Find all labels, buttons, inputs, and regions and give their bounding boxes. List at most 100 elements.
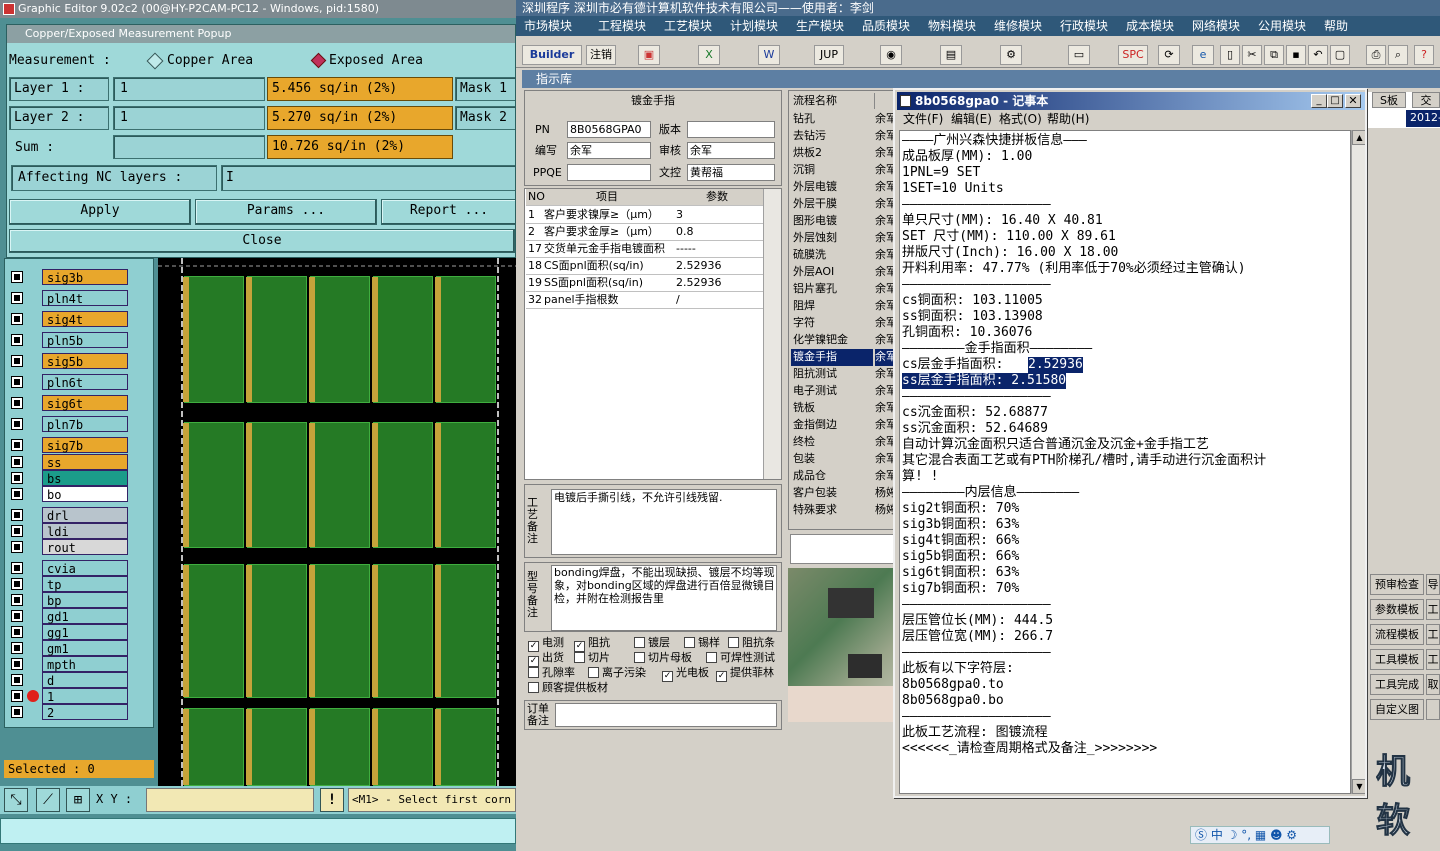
checkbox[interactable] xyxy=(634,637,645,648)
flow-input[interactable] xyxy=(790,534,896,564)
layer-row[interactable]: rout xyxy=(7,539,129,556)
flow-step[interactable]: 图形电镀 xyxy=(791,213,873,230)
grid-scrollbar[interactable] xyxy=(763,189,781,479)
version-field[interactable] xyxy=(687,121,775,138)
layer-row[interactable]: pln4t xyxy=(7,290,129,307)
copy-icon[interactable]: ⧉ xyxy=(1264,45,1284,65)
layer-checkbox[interactable] xyxy=(11,642,23,654)
doc-field[interactable]: 黄帮福 xyxy=(687,164,775,181)
layer-row[interactable]: drl xyxy=(7,507,129,524)
flow-step[interactable]: 镀金手指 xyxy=(791,349,873,366)
layer-row[interactable]: mpth xyxy=(7,656,129,673)
checkbox[interactable] xyxy=(634,652,645,663)
flow-step[interactable]: 沉铜 xyxy=(791,162,873,179)
grid-row[interactable]: 2 客户要求金厚≥（μm） 0.8 xyxy=(526,224,764,241)
flow-step[interactable]: 去钻污 xyxy=(791,128,873,145)
layer-name[interactable]: rout xyxy=(42,539,128,555)
layer-checkbox[interactable] xyxy=(11,472,23,484)
report-button[interactable]: Report ... xyxy=(381,199,515,225)
side-button-2[interactable]: 工 xyxy=(1426,649,1440,670)
layer-checkbox[interactable] xyxy=(11,439,23,451)
check-option[interactable]: 阻抗条 xyxy=(728,636,775,650)
builder-button[interactable]: Builder xyxy=(522,45,582,65)
flow-step[interactable]: 特殊要求 xyxy=(791,502,873,519)
refresh-icon[interactable]: ⟳ xyxy=(1158,45,1180,65)
layer-name[interactable]: sig3b xyxy=(42,269,128,285)
layer-name[interactable]: bo xyxy=(42,486,128,502)
layer-row[interactable]: pln6t xyxy=(7,374,129,391)
layer-row[interactable]: bp xyxy=(7,592,129,609)
checkbox[interactable] xyxy=(574,652,585,663)
check-option[interactable]: ✓ 阻抗 xyxy=(574,636,610,652)
layer-checkbox[interactable] xyxy=(11,578,23,590)
grid-row[interactable]: 19 SS面pnl面积(sq/in) 2.52936 xyxy=(526,275,764,292)
layer-checkbox[interactable] xyxy=(11,456,23,468)
flow-step[interactable]: 铝片塞孔 xyxy=(791,281,873,298)
checkbox[interactable]: ✓ xyxy=(716,671,727,682)
side-button[interactable]: 预审检查 xyxy=(1370,574,1424,595)
computer-icon[interactable]: ▭ xyxy=(1068,45,1090,65)
close-button[interactable]: Close xyxy=(9,229,515,253)
layer-row[interactable]: gg1 xyxy=(7,624,129,641)
layer-checkbox[interactable] xyxy=(11,509,23,521)
jup-button[interactable]: JUP xyxy=(814,45,844,65)
exposed-area-radio[interactable] xyxy=(310,52,327,69)
layer-checkbox[interactable] xyxy=(11,706,23,718)
layer-row[interactable]: tp xyxy=(7,576,129,593)
layer-checkbox[interactable] xyxy=(11,626,23,638)
menu-item[interactable]: 帮助 xyxy=(1324,16,1348,36)
flow-step[interactable]: 外层电镀 xyxy=(791,179,873,196)
layer-row[interactable]: sig7b xyxy=(7,437,129,454)
notepad-menu-item[interactable]: 文件(F) xyxy=(903,110,943,128)
layer-name[interactable]: pln6t xyxy=(42,374,128,390)
layer-checkbox[interactable] xyxy=(11,376,23,388)
tools-icon[interactable]: ⚙ xyxy=(1000,45,1022,65)
flow-step[interactable]: 包装 xyxy=(791,451,873,468)
layer-name[interactable]: bs xyxy=(42,470,128,486)
type-note-text[interactable]: bonding焊盘，不能出现缺损、镀层不均等现象，对bonding区域的焊盘进行… xyxy=(551,565,777,631)
copper-area-radio[interactable] xyxy=(146,52,164,70)
layer-checkbox[interactable] xyxy=(11,690,23,702)
copper-area-label[interactable]: Copper Area xyxy=(167,53,253,68)
layer-row[interactable]: sig3b xyxy=(7,269,129,286)
menu-item[interactable]: 成本模块 xyxy=(1126,16,1174,36)
layer-checkbox[interactable] xyxy=(11,525,23,537)
print-icon[interactable]: ⎙ xyxy=(1366,45,1386,65)
flow-step[interactable]: 阻抗测试 xyxy=(791,366,873,383)
side-button[interactable]: 工具完成 xyxy=(1370,674,1424,695)
spc-button[interactable]: SPC xyxy=(1118,45,1148,65)
find-icon[interactable]: ⌕ xyxy=(1388,45,1408,65)
layer-row[interactable]: bs xyxy=(7,470,129,487)
checkbox[interactable] xyxy=(528,667,539,678)
review-field[interactable]: 余军 xyxy=(687,142,775,159)
checkbox[interactable] xyxy=(728,637,739,648)
menu-item[interactable]: 网络模块 xyxy=(1192,16,1240,36)
save-icon[interactable]: ▪ xyxy=(1286,45,1306,65)
flow-step[interactable]: 铣板 xyxy=(791,400,873,417)
side-button-2[interactable] xyxy=(1426,699,1440,720)
close-icon[interactable]: ✕ xyxy=(1345,94,1361,108)
flow-step[interactable]: 硫膜洗 xyxy=(791,247,873,264)
layer-name[interactable]: gm1 xyxy=(42,640,128,656)
grid-row[interactable]: 18 CS面pnl面积(sq/in) 2.52936 xyxy=(526,258,764,275)
checkbox[interactable] xyxy=(684,637,695,648)
layer-name[interactable]: 1 xyxy=(42,688,128,704)
flow-step[interactable]: 客户包装 xyxy=(791,485,873,502)
flow-step[interactable]: 终检 xyxy=(791,434,873,451)
logout-button[interactable]: 注销 xyxy=(586,45,616,65)
layer1-input[interactable]: 1 xyxy=(113,77,265,101)
layer-name[interactable]: cvia xyxy=(42,560,128,576)
exposed-area-label[interactable]: Exposed Area xyxy=(329,53,423,68)
side-button-2[interactable]: 导 xyxy=(1426,574,1440,595)
layer-row[interactable]: pln5b xyxy=(7,332,129,349)
notepad-menu-item[interactable]: 格式(O) xyxy=(999,110,1042,128)
menu-item[interactable]: 市场模块 xyxy=(524,16,572,36)
flow-step[interactable]: 金指倒边 xyxy=(791,417,873,434)
notepad-text-area[interactable]: ————广州兴森快捷拼板信息——— 成品板厚(MM): 1.00 1PNL=9 SE… xyxy=(899,130,1351,794)
checkbox[interactable] xyxy=(588,667,599,678)
check-option[interactable]: ✓ 电测 xyxy=(528,636,564,652)
flow-step[interactable]: 成品仓 xyxy=(791,468,873,485)
maximize-icon[interactable]: □ xyxy=(1327,94,1343,108)
flow-step[interactable]: 阻焊 xyxy=(791,298,873,315)
flow-step[interactable]: 字符 xyxy=(791,315,873,332)
